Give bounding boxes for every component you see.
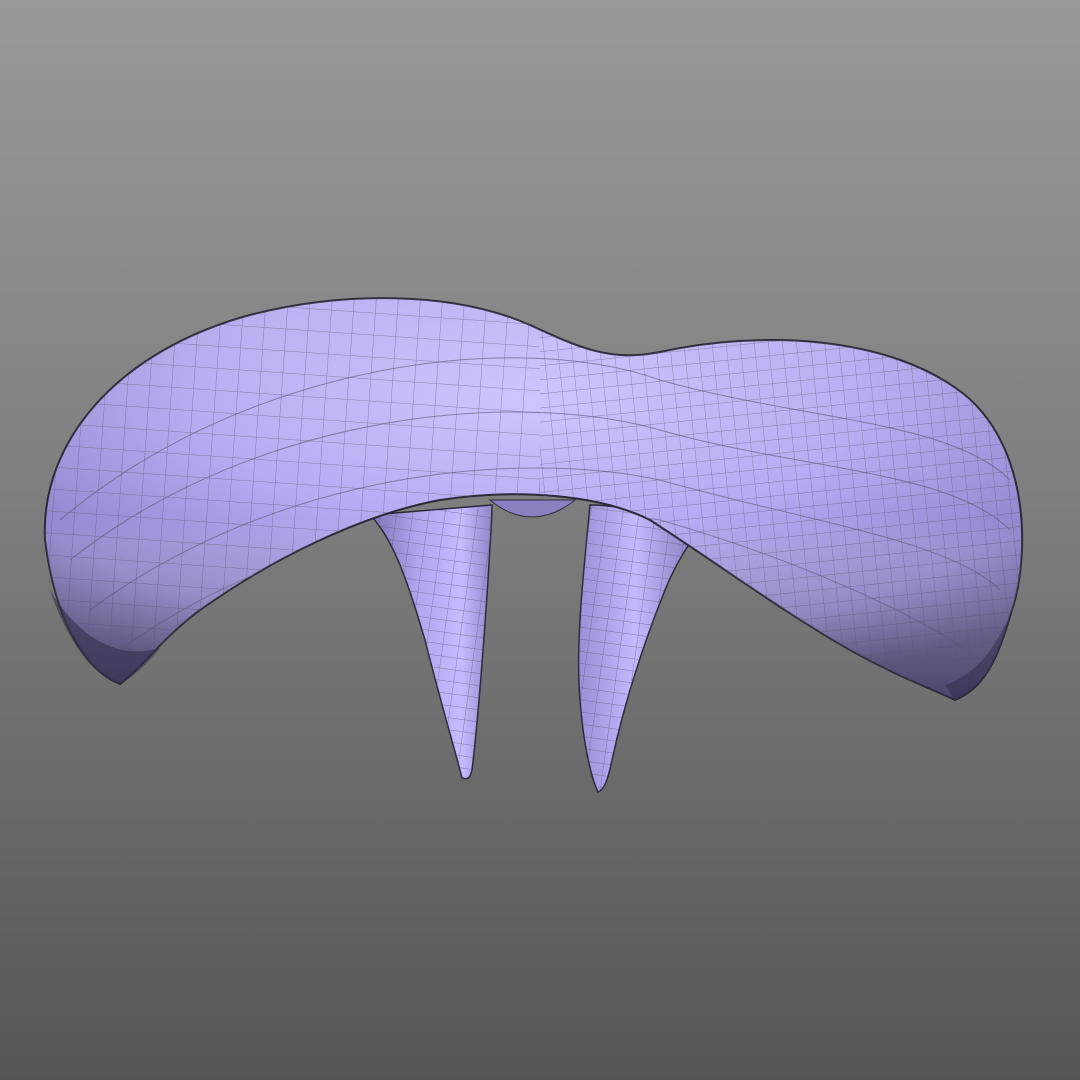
viewport-canvas[interactable] bbox=[0, 0, 1080, 1080]
left-prong[interactable] bbox=[368, 504, 493, 780]
main-body[interactable] bbox=[0, 280, 1080, 710]
3d-viewport[interactable] bbox=[0, 0, 1080, 1080]
right-prong[interactable] bbox=[577, 504, 693, 793]
underside-connector bbox=[488, 499, 577, 518]
